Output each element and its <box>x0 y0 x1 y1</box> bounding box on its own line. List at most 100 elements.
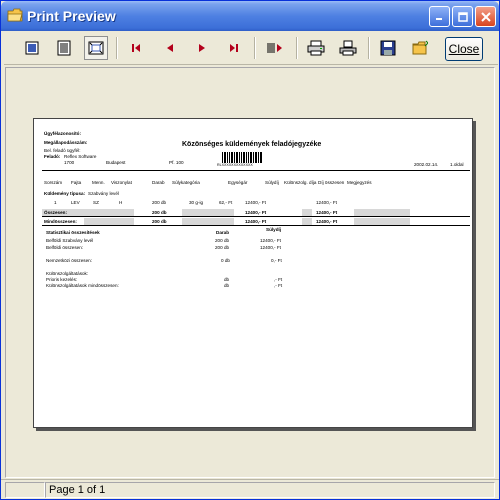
row-number: 1 <box>54 200 57 205</box>
grandtotal-shade <box>354 218 410 225</box>
row-total: 12400,- Ft <box>316 200 337 205</box>
col-kind: Fajta <box>71 180 82 185</box>
close-button[interactable]: Close <box>445 37 483 61</box>
row-count: 200 db <box>152 200 167 205</box>
open-icon <box>412 40 428 55</box>
status-bar: Page 1 of 1 <box>1 479 499 499</box>
subtotal-label: Összesen: <box>44 210 67 215</box>
report-page: Ügyfélazonosító: Megállapodásszám: Bel. … <box>33 118 473 428</box>
subtotal-shade <box>182 209 234 216</box>
shipment-type: Szabvány levél <box>88 191 119 196</box>
col-weight: Súlykategória <box>172 180 200 185</box>
last-page-button[interactable] <box>222 36 246 60</box>
contract-label: Megállapodásszám: <box>44 140 88 145</box>
col-extra-fee: Különszolg. díja <box>284 180 317 185</box>
status-cell-page <box>45 482 495 498</box>
stats-row-count: 200 db <box>215 238 230 243</box>
stats-col-count: Darab <box>216 230 230 235</box>
subtotal-fee: 12400,- Ft <box>245 210 267 215</box>
col-weight-fee: Súlydíj <box>265 180 279 185</box>
folder-icon <box>7 8 23 22</box>
row-qty: SZ <box>93 200 99 205</box>
close-window-button[interactable] <box>475 6 496 27</box>
next-page-button[interactable] <box>190 36 214 60</box>
col-count: Darab <box>152 180 165 185</box>
previous-page-icon <box>167 44 173 52</box>
grandtotal-shade <box>182 218 234 225</box>
col-total: Díj összesen <box>318 180 345 185</box>
previous-page-button[interactable] <box>158 36 182 60</box>
toolbar-separator <box>368 37 370 59</box>
subtotal-shade <box>302 209 312 216</box>
stats-row-count: 0 db <box>221 258 230 263</box>
open-button[interactable] <box>408 36 432 60</box>
row-weight: 30 g-ig <box>189 200 204 205</box>
row-kind: LEV <box>71 200 80 205</box>
subtotal-total: 12400,- Ft <box>316 210 338 215</box>
extra-services-title: Különszolgáltatások: <box>46 271 89 276</box>
col-relation: Viszonylat <box>111 180 132 185</box>
stats-row-fee: 12400,- Ft <box>260 245 281 250</box>
row-unit-price: 62,- Ft <box>219 200 233 205</box>
printer-setup-icon <box>307 40 325 56</box>
grandtotal-fee: 12400,- Ft <box>245 219 267 224</box>
subtotal-shade <box>354 209 410 216</box>
next-page-icon <box>199 44 205 52</box>
sender-name: Reflex Software <box>64 154 97 159</box>
title-bar[interactable]: Print Preview <box>1 1 499 31</box>
grandtotal-divider <box>42 225 470 226</box>
bank-client-label: Bel. feladó ügyfél: <box>44 148 81 153</box>
grandtotal-shade <box>302 218 312 225</box>
first-page-icon <box>132 44 140 52</box>
report-date: 2002.02.14. <box>414 162 439 167</box>
shipment-type-label: Küldemény típusa: <box>44 191 86 196</box>
stats-row-label: Belföldi Szabvány levél <box>46 238 94 243</box>
zoom-fit-button[interactable] <box>84 36 108 60</box>
sender-city: Budapest <box>106 160 126 165</box>
client-id-label: Ügyfélazonosító: <box>44 131 82 136</box>
col-note: Megjegyzés <box>347 180 372 185</box>
barcode <box>222 152 262 163</box>
extra-row-label: Különszolgáltatások mindösszesen: <box>46 283 119 288</box>
go-to-page-icon <box>267 43 282 53</box>
first-page-button[interactable] <box>124 36 148 60</box>
maximize-icon <box>457 11 468 22</box>
sender-label: Feladó: <box>44 154 61 159</box>
printer-setup-button[interactable] <box>304 36 328 60</box>
stats-title: Statisztikai összesítések <box>46 230 100 235</box>
go-to-page-button[interactable] <box>262 36 286 60</box>
print-button[interactable] <box>336 36 360 60</box>
col-number: Sorszám <box>44 180 63 185</box>
extra-row-count: db <box>224 277 230 282</box>
header-divider <box>42 170 470 171</box>
preview-viewport[interactable]: Ügyfélazonosító: Megállapodásszám: Bel. … <box>5 67 495 478</box>
page-indicator: Page 1 of 1 <box>49 484 106 496</box>
grandtotal-shade <box>84 218 134 225</box>
row-relation: H <box>119 200 123 205</box>
stats-row-fee: 0,- Ft <box>271 258 282 263</box>
extra-row-fee: ,- Ft <box>274 277 283 282</box>
stats-row-label: Nemzetközi összesen: <box>46 258 92 263</box>
print-preview-window: Print Preview Close Ügyfélazonosító: Meg… <box>0 0 500 500</box>
close-icon <box>480 11 491 22</box>
maximize-button[interactable] <box>452 6 473 27</box>
extra-row-label: Prioris kezelés: <box>46 277 78 282</box>
save-button[interactable] <box>376 36 400 60</box>
print-icon <box>339 40 357 56</box>
single-page-view-button[interactable] <box>20 36 44 60</box>
toolbar-separator <box>254 37 256 59</box>
sender-zip: 1700 <box>64 160 75 165</box>
window-title: Print Preview <box>27 8 116 24</box>
single-page-view-icon <box>25 41 39 55</box>
toolbar-separator <box>116 37 118 59</box>
extra-row-fee: ,- Ft <box>274 283 283 288</box>
status-cell-empty <box>5 482 45 498</box>
minimize-button[interactable] <box>429 6 450 27</box>
subtotal-count: 200 db <box>152 210 167 215</box>
toolbar-separator <box>296 37 298 59</box>
subtotal-divider <box>42 216 470 217</box>
barcode-text: RLXXXXXXXXXXXXX <box>217 163 253 167</box>
page-width-view-button[interactable] <box>52 36 76 60</box>
toolbar: Close <box>4 31 498 65</box>
page-width-view-icon <box>57 40 71 56</box>
